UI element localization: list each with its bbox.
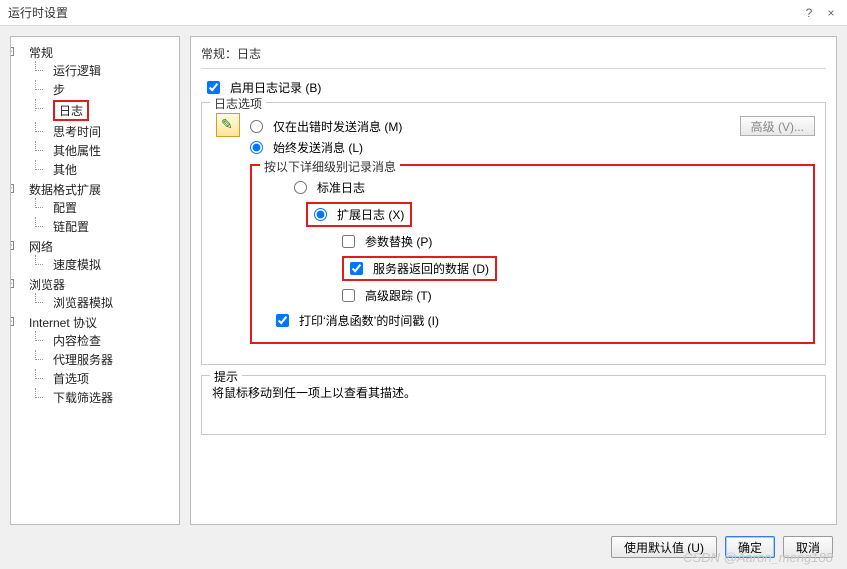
tree-item-chainconfig[interactable]: 链配置	[53, 220, 89, 234]
print-ts-label: 打印‘消息函数’的时间戳 (I)	[299, 312, 439, 329]
note-icon	[216, 113, 240, 137]
help-icon[interactable]: ?	[801, 6, 817, 20]
window-title: 运行时设置	[8, 4, 795, 21]
std-log-label: 标准日志	[317, 179, 365, 196]
tree-group-network[interactable]: 网络	[29, 240, 53, 254]
only-error-radio[interactable]	[250, 120, 263, 133]
detail-level-group: 按以下详细级别记录消息 标准日志 扩展日志 (X) 参数替换 (P)	[250, 164, 815, 344]
tree-item-speed[interactable]: 速度模拟	[53, 258, 101, 272]
tree-item-downloadfilter[interactable]: 下载筛选器	[53, 391, 113, 405]
ext-log-label: 扩展日志 (X)	[337, 206, 404, 223]
log-options-group: 日志选项 仅在出错时发送消息 (M) 高级 (V)... 始终发送消息 (L)	[201, 102, 826, 365]
breadcrumb: 常规：日志	[201, 43, 826, 66]
hint-text: 将鼠标移动到任一项上以查看其描述。	[212, 384, 815, 401]
hint-group: 提示 将鼠标移动到任一项上以查看其描述。	[201, 375, 826, 435]
adv-trace-label: 高级跟踪 (T)	[365, 287, 432, 304]
tree-group-browser[interactable]: 浏览器	[29, 278, 65, 292]
always-send-radio[interactable]	[250, 141, 263, 154]
tree-toggle-icon[interactable]: −	[10, 279, 14, 288]
detail-legend: 按以下详细级别记录消息	[260, 158, 400, 175]
server-data-label: 服务器返回的数据 (D)	[373, 260, 489, 277]
divider	[201, 68, 826, 69]
server-data-checkbox[interactable]	[350, 262, 363, 275]
param-sub-checkbox[interactable]	[342, 235, 355, 248]
tree-toggle-icon[interactable]: −	[10, 317, 14, 326]
ok-button[interactable]: 确定	[725, 536, 775, 558]
close-icon[interactable]: ×	[823, 6, 839, 20]
tree-item-contentcheck[interactable]: 内容检查	[53, 334, 101, 348]
enable-log-label: 启用日志记录 (B)	[230, 79, 321, 96]
ext-log-radio[interactable]	[314, 208, 327, 221]
adv-trace-checkbox[interactable]	[342, 289, 355, 302]
tree-item-other[interactable]: 其他	[53, 163, 77, 177]
tree-item-proxy[interactable]: 代理服务器	[53, 353, 113, 367]
tree-item-pref[interactable]: 首选项	[53, 372, 89, 386]
advanced-button[interactable]: 高级 (V)...	[740, 116, 815, 136]
cancel-button[interactable]: 取消	[783, 536, 833, 558]
tree-item-runlogic[interactable]: 运行逻辑	[53, 64, 101, 78]
only-error-label: 仅在出错时发送消息 (M)	[273, 118, 402, 135]
tree-item-config[interactable]: 配置	[53, 201, 77, 215]
param-sub-label: 参数替换 (P)	[365, 233, 432, 250]
content-pane: 常规：日志 启用日志记录 (B) 日志选项 仅在出错时发送消息 (M) 高级 (…	[190, 36, 837, 525]
tree-item-log[interactable]: 日志	[53, 100, 89, 121]
tree-toggle-icon[interactable]: −	[10, 241, 14, 250]
tree-item-browsersim[interactable]: 浏览器模拟	[53, 296, 113, 310]
tree-item-otherattr[interactable]: 其他属性	[53, 144, 101, 158]
dialog-footer: 使用默认值 (U) 确定 取消	[0, 525, 847, 569]
hint-legend: 提示	[210, 368, 242, 385]
titlebar: 运行时设置 ? ×	[0, 0, 847, 26]
nav-tree: − 常规 运行逻辑 步 日志 思考时间 其他属性 其他 − 数据格式扩展 配置 链配…	[10, 36, 180, 525]
always-send-label: 始终发送消息 (L)	[273, 139, 363, 156]
tree-group-general[interactable]: 常规	[29, 46, 53, 60]
print-ts-checkbox[interactable]	[276, 314, 289, 327]
tree-toggle-icon[interactable]: −	[10, 184, 14, 193]
enable-log-checkbox[interactable]	[207, 81, 220, 94]
tree-group-internet[interactable]: Internet 协议	[29, 316, 97, 330]
tree-item-thinktime[interactable]: 思考时间	[53, 125, 101, 139]
use-defaults-button[interactable]: 使用默认值 (U)	[611, 536, 717, 558]
tree-toggle-icon[interactable]: −	[10, 47, 14, 56]
log-options-legend: 日志选项	[210, 95, 266, 112]
tree-item-step[interactable]: 步	[53, 83, 65, 97]
tree-group-dataformat[interactable]: 数据格式扩展	[29, 183, 101, 197]
std-log-radio[interactable]	[294, 181, 307, 194]
